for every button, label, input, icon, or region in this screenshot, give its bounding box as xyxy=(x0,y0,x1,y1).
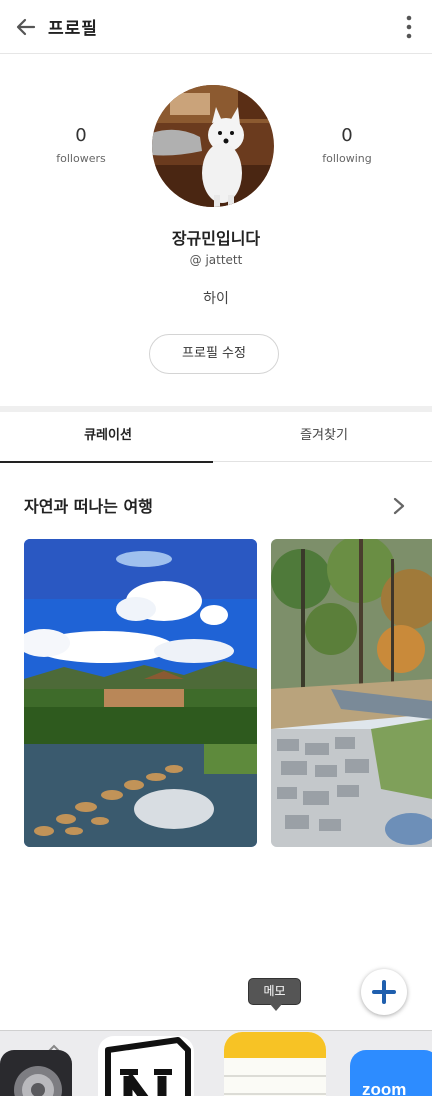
tab-curation-label: 큐레이션 xyxy=(84,428,132,443)
avatar-photo xyxy=(152,85,274,207)
followers-stat[interactable]: 0 followers xyxy=(21,125,141,165)
zoom-logo-text: zoom xyxy=(362,1080,407,1096)
memo-tooltip: 메모 xyxy=(248,978,301,1011)
curation-card-image[interactable] xyxy=(271,539,432,847)
more-vert-icon[interactable] xyxy=(404,14,414,40)
speaker-icon xyxy=(14,1066,62,1096)
page-title: 프로필 xyxy=(48,19,98,39)
tab-favorites-label: 즐겨찾기 xyxy=(300,428,348,443)
landscape-photo xyxy=(24,539,257,847)
tab-favorites[interactable]: 즐겨찾기 xyxy=(216,412,432,462)
notes-icon xyxy=(224,1032,326,1095)
followers-label: followers xyxy=(56,152,106,165)
notion-logo-icon xyxy=(105,1037,191,1096)
edit-profile-button[interactable]: 프로필 수정 xyxy=(149,334,279,374)
back-arrow-icon[interactable] xyxy=(12,13,40,41)
top-app-bar: 프로필 xyxy=(0,0,432,54)
add-fab-button[interactable] xyxy=(361,969,407,1015)
profile-tabs: 큐레이션 즐겨찾기 xyxy=(0,412,432,463)
profile-name: 장규민입니다 xyxy=(171,229,261,248)
chevron-right-icon[interactable] xyxy=(392,496,406,516)
curation-card-image[interactable] xyxy=(24,539,257,847)
zoom-app-icon[interactable]: zoom xyxy=(350,1050,432,1096)
forest-photo xyxy=(271,539,432,847)
avatar[interactable] xyxy=(152,85,274,207)
followers-count: 0 xyxy=(75,125,87,146)
notes-app-icon[interactable] xyxy=(224,1032,326,1096)
curation-title[interactable]: 자연과 떠나는 여행 xyxy=(24,493,153,517)
following-stat[interactable]: 0 following xyxy=(287,125,407,165)
tab-curation[interactable]: 큐레이션 xyxy=(0,412,216,463)
notion-app-icon[interactable] xyxy=(98,1036,194,1096)
profile-bio: 하이 xyxy=(203,291,229,307)
sound-app-icon[interactable] xyxy=(0,1050,72,1096)
active-tab-indicator xyxy=(0,461,213,463)
following-label: following xyxy=(322,152,372,165)
following-count: 0 xyxy=(341,125,353,146)
profile-handle: @ jattett xyxy=(189,253,243,267)
profile-section: 0 followers 0 following 장규민입니다 @ jattett… xyxy=(0,55,432,405)
